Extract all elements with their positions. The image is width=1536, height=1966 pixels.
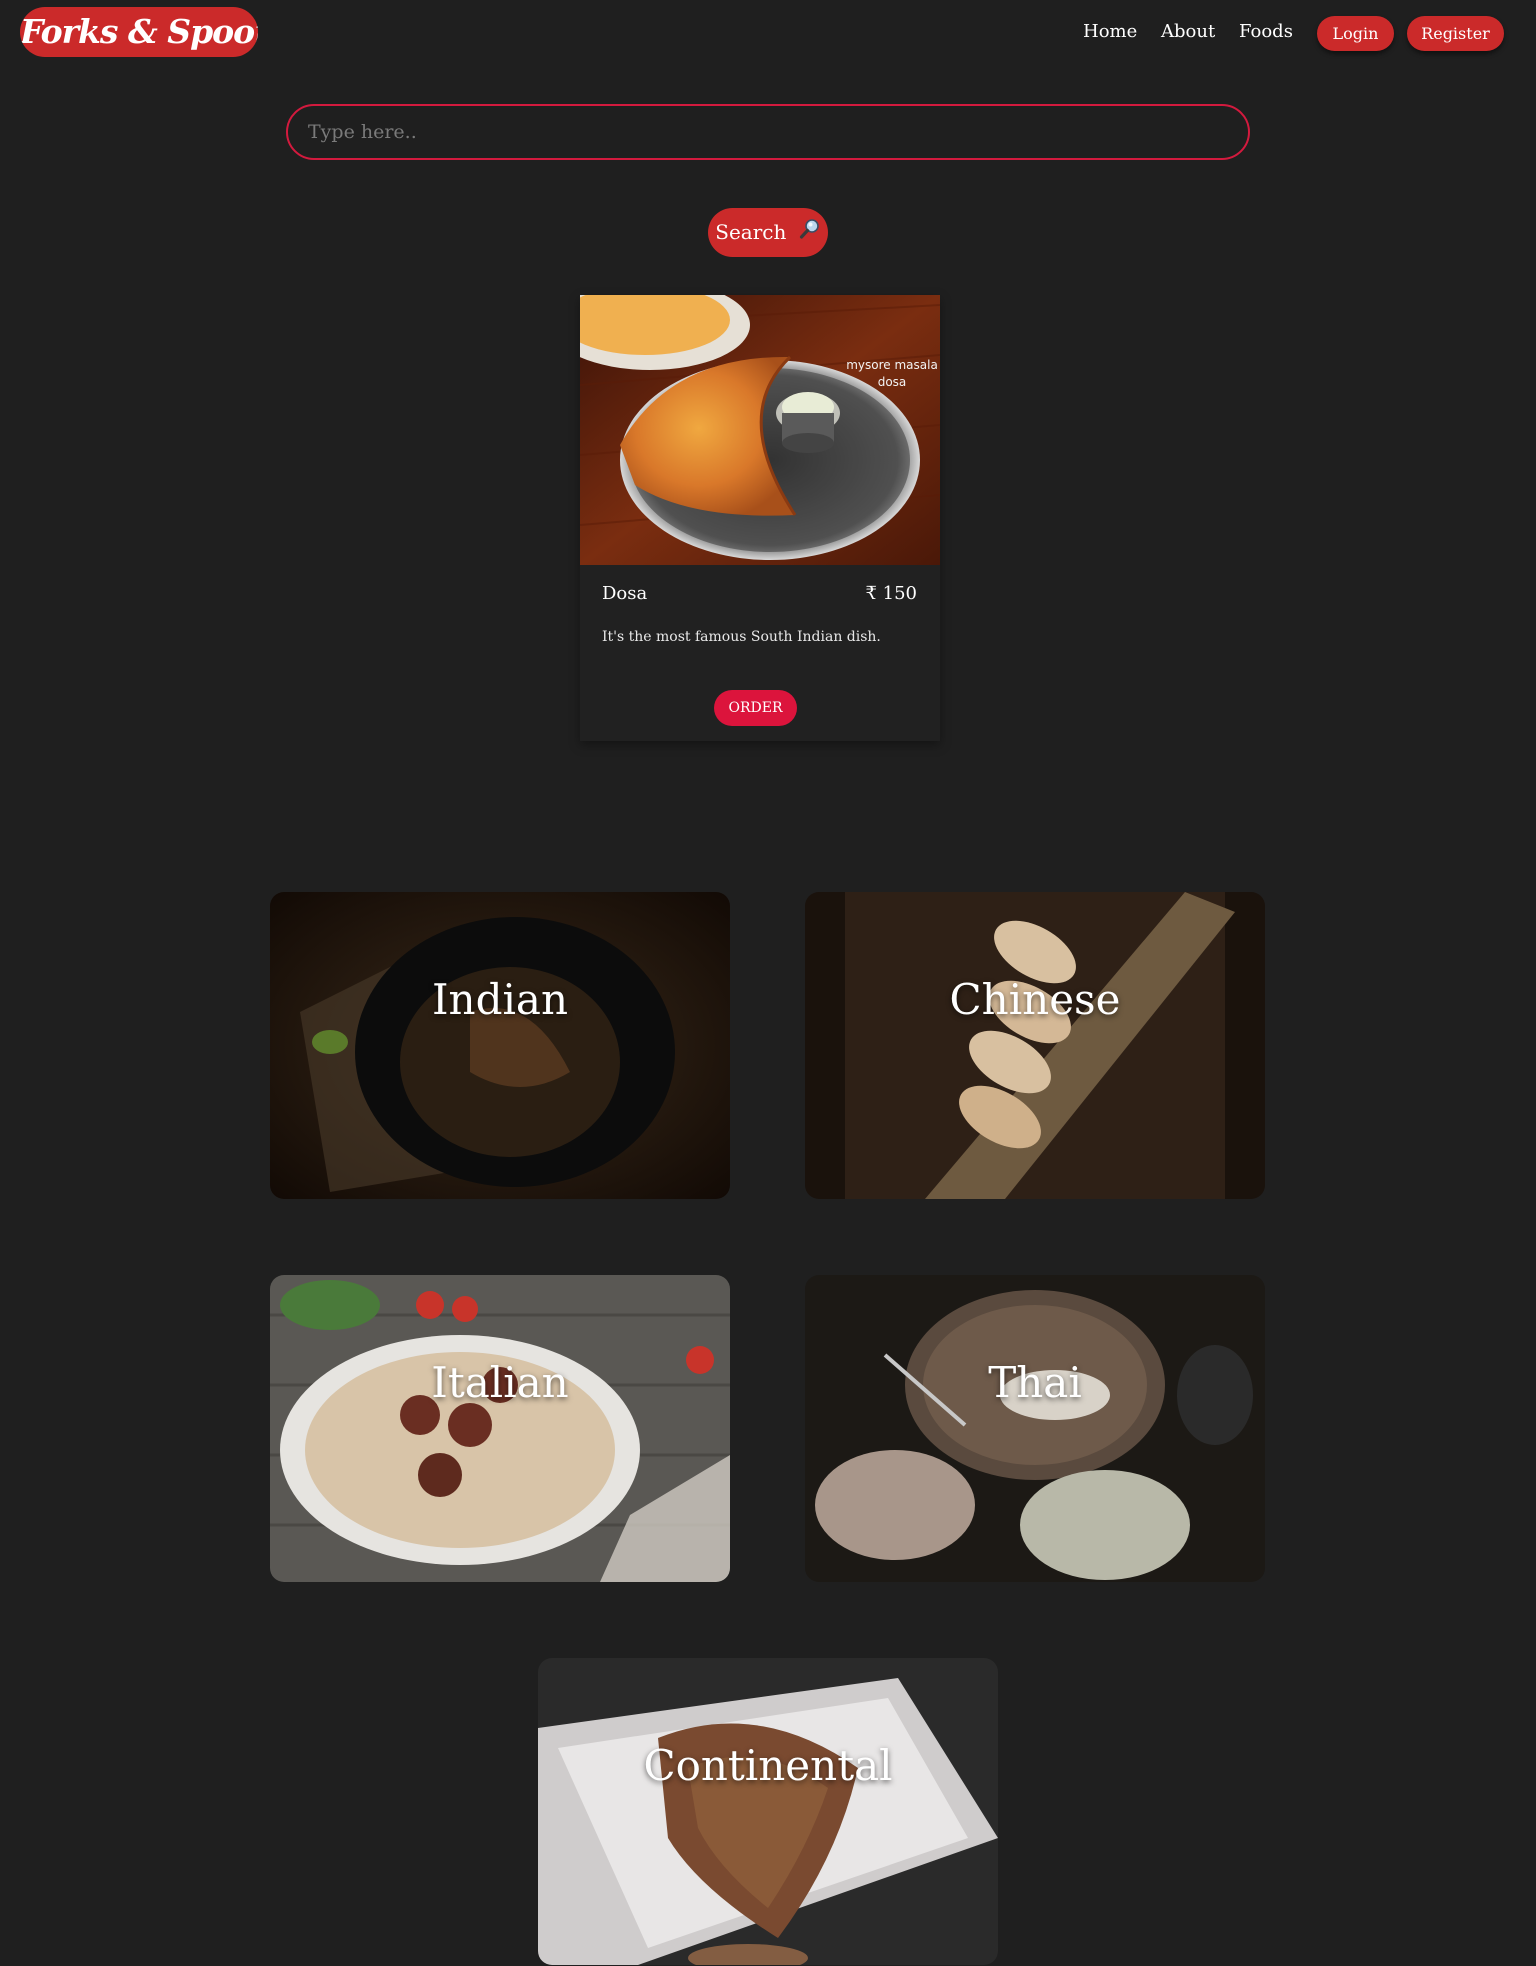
cuisine-card-italian[interactable]: Italian — [270, 1275, 730, 1582]
food-name: Dosa — [602, 583, 648, 604]
cuisine-label-thai: Thai — [988, 1358, 1082, 1407]
nav-link-foods[interactable]: Foods — [1239, 20, 1293, 44]
cuisine-card-continental[interactable]: Continental — [538, 1658, 998, 1965]
cuisine-card-chinese[interactable]: Chinese — [805, 892, 1265, 1199]
cuisine-label-indian: Indian — [431, 975, 569, 1024]
login-button[interactable]: Login — [1317, 16, 1394, 51]
magnifier-icon — [799, 209, 821, 258]
search-button-label: Search — [715, 220, 787, 244]
search-button[interactable]: Search — [708, 208, 828, 257]
dosa-image: mysore masala dosa — [580, 295, 940, 565]
cuisine-card-thai[interactable]: Thai — [805, 1275, 1265, 1582]
food-price: ₹ 150 — [865, 583, 917, 604]
cuisine-label-chinese: Chinese — [949, 975, 1121, 1024]
image-caption: mysore masala dosa — [846, 358, 938, 389]
cuisine-label-italian: Italian — [431, 1358, 569, 1407]
brand-logo[interactable]: Forks & Spoons — [20, 7, 258, 57]
cuisine-card-indian[interactable]: Indian — [270, 892, 730, 1199]
food-card: mysore masala dosa Dosa ₹ 150 It's the m… — [580, 295, 940, 741]
nav-link-home[interactable]: Home — [1083, 20, 1137, 44]
order-button[interactable]: ORDER — [714, 690, 797, 726]
nav-link-about[interactable]: About — [1161, 20, 1215, 44]
search-input[interactable] — [286, 104, 1250, 160]
food-description: It's the most famous South Indian dish. — [602, 629, 881, 645]
navbar: Forks & Spoons Home About Foods Login Re… — [0, 0, 1536, 64]
cuisine-label-continental: Continental — [643, 1741, 893, 1790]
register-button[interactable]: Register — [1407, 16, 1504, 51]
